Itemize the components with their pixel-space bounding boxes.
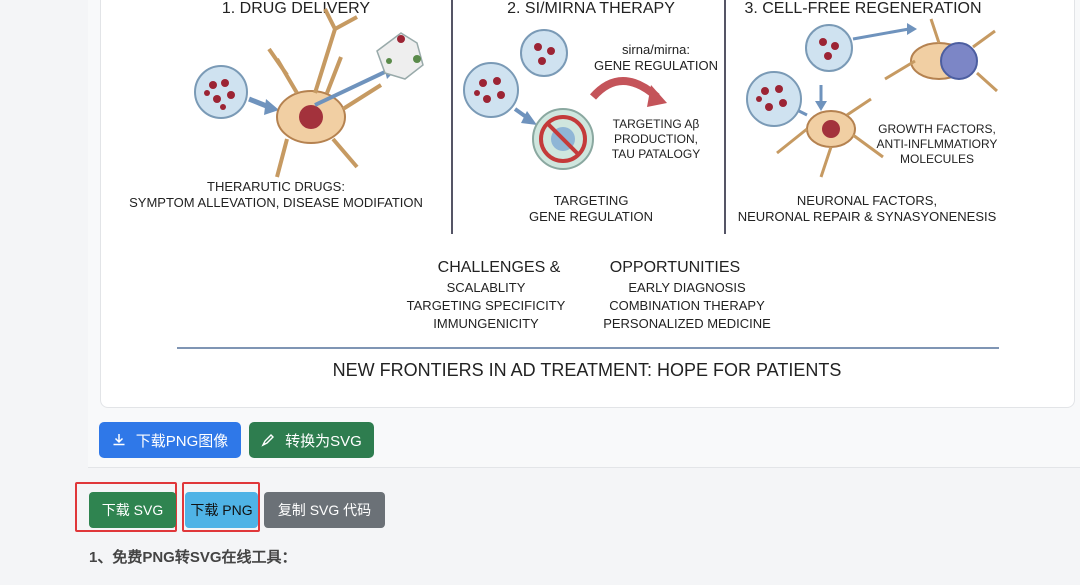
section-title: 2. SI/MIRNA THERAPY [507,0,675,17]
section-title: 1. DRUG DELIVERY [222,0,371,17]
pen-icon [261,433,275,447]
section-caption: THERARUTIC DRUGS: [207,179,345,194]
sirna-note: GENE REGULATION [594,58,718,73]
target-note: TARGETING Aβ [613,117,700,131]
copy-svg-code-button[interactable]: 复制 SVG 代码 [264,492,385,528]
convert-to-svg-button[interactable]: 转换为SVG [249,422,374,458]
growth-factor-note: GROWTH FACTORS, [878,122,996,136]
download-svg-button[interactable]: 下载 SVG [89,492,176,528]
opportunities-heading: OPPORTUNITIES [610,259,740,276]
convert-to-svg-label: 转换为SVG [285,432,362,450]
challenge-item: SCALABLITY [447,280,526,295]
section-title: 3. CELL-FREE REGENERATION [744,0,981,17]
sirna-note: sirna/mirna: [622,42,690,57]
download-png-button[interactable]: 下载 PNG [185,492,258,528]
download-png-image-label: 下载PNG图像 [135,432,229,450]
challenges-heading: CHALLENGES & [438,259,561,276]
target-note: PRODUCTION, [614,132,698,146]
growth-factor-note: ANTI-INFLMMATIORY [877,137,998,151]
opportunity-item: PERSONALIZED MEDICINE [603,316,771,331]
section-heading: 1、免费PNG转SVG在线工具： [89,549,297,566]
challenge-item: TARGETING SPECIFICITY [407,298,566,313]
infographic-image: 1. DRUG DELIVERY 2. SI/MIRNA THERAPY 3. … [129,0,999,380]
result-image-card: 1. DRUG DELIVERY 2. SI/MIRNA THERAPY 3. … [100,0,1075,408]
growth-factor-note: MOLECULES [900,152,974,166]
download-icon [112,433,126,447]
download-png-image-button[interactable]: 下载PNG图像 [99,422,241,458]
target-note: TAU PATALOGY [612,147,700,161]
infographic-footer: NEW FRONTIERS IN AD TREATMENT: HOPE FOR … [333,360,842,380]
section-caption: GENE REGULATION [529,209,653,224]
page-left-margin [0,0,60,585]
opportunity-item: COMBINATION THERAPY [609,298,765,313]
section-caption: NEURONAL FACTORS, [797,193,937,208]
neuron-illustration [194,8,424,178]
section-caption: SYMPTOM ALLEVATION, DISEASE MODIFATION [129,195,423,210]
challenge-item: IMMUNGENICITY [433,316,539,331]
section-caption: TARGETING [554,193,629,208]
section-caption: NEURONAL REPAIR & SYNASYONENESIS [738,209,997,224]
opportunity-item: EARLY DIAGNOSIS [628,280,746,295]
